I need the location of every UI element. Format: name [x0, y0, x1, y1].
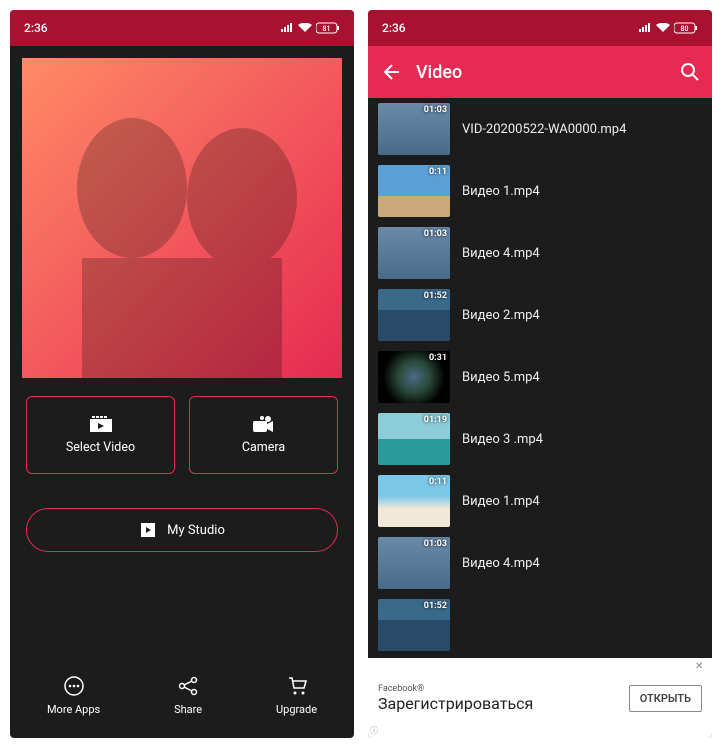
video-thumbnail: 0:31	[378, 351, 450, 403]
ad-source: Facebook®	[378, 684, 629, 694]
cart-icon	[286, 675, 308, 697]
svg-text:80: 80	[681, 25, 689, 33]
my-studio-button[interactable]: My Studio	[26, 508, 338, 552]
video-filename: VID-20200522-WA0000.mp4	[462, 122, 626, 137]
video-filename: Видео 4.mp4	[462, 556, 540, 571]
select-video-button[interactable]: Select Video	[26, 396, 175, 474]
video-thumbnail: 01:03	[378, 227, 450, 279]
status-time: 2:36	[24, 21, 48, 35]
more-apps-button[interactable]: More Apps	[47, 675, 100, 716]
video-item[interactable]: 01:03 VID-20200522-WA0000.mp4	[368, 98, 712, 160]
share-label: Share	[174, 703, 202, 716]
video-filename: Видео 5.mp4	[462, 370, 540, 385]
video-thumbnail: 01:52	[378, 599, 450, 651]
video-thumbnail: 01:19	[378, 413, 450, 465]
video-duration: 0:31	[429, 353, 447, 363]
video-filename: Видео 4.mp4	[462, 246, 540, 261]
video-item[interactable]: 01:03 Видео 4.mp4	[368, 532, 712, 594]
wifi-icon	[298, 23, 312, 33]
status-icons: 81	[280, 22, 340, 34]
video-filename: Видео 1.mp4	[462, 494, 540, 509]
hero-silhouette	[22, 58, 342, 378]
more-apps-label: More Apps	[47, 703, 100, 716]
video-list[interactable]: 01:03 VID-20200522-WA0000.mp4 0:11 Видео 1.…	[368, 98, 712, 738]
video-thumbnail: 0:11	[378, 165, 450, 217]
bottom-nav: More Apps Share Upgrade	[10, 657, 354, 738]
video-duration: 0:11	[429, 477, 447, 487]
hero-image	[22, 58, 342, 378]
video-item[interactable]: 01:52 Видео 2.mp4	[368, 284, 712, 346]
ad-banner: Facebook® Зарегистрироваться ОТКРЫТЬ ⓘ ✕	[368, 658, 712, 738]
video-item[interactable]: 01:03 Видео 4.mp4	[368, 222, 712, 284]
video-filename: Видео 2.mp4	[462, 308, 540, 323]
main-buttons-row: Select Video Camera	[10, 378, 354, 484]
video-thumbnail: 01:52	[378, 289, 450, 341]
search-icon[interactable]	[680, 62, 700, 82]
share-button[interactable]: Share	[174, 675, 202, 716]
camera-icon	[253, 416, 275, 432]
camera-label: Camera	[242, 440, 285, 455]
status-time: 2:36	[382, 21, 406, 35]
my-studio-label: My Studio	[167, 523, 225, 538]
ad-text[interactable]: Зарегистрироваться	[378, 694, 629, 713]
video-duration: 01:52	[424, 291, 447, 301]
signal-icon	[638, 23, 652, 33]
status-bar: 2:36 81	[10, 10, 354, 46]
svg-text:81: 81	[323, 25, 331, 33]
video-strip-icon	[90, 416, 112, 432]
status-bar: 2:36 80	[368, 10, 712, 46]
app-bar: Video	[368, 46, 712, 98]
video-duration: 0:11	[429, 167, 447, 177]
share-icon	[177, 675, 199, 697]
video-item[interactable]: 0:31 Видео 5.mp4	[368, 346, 712, 408]
camera-button[interactable]: Camera	[189, 396, 338, 474]
video-item[interactable]: 01:19 Видео 3 .mp4	[368, 408, 712, 470]
signal-icon	[280, 23, 294, 33]
video-thumbnail: 0:11	[378, 475, 450, 527]
video-filename: Видео 3 .mp4	[462, 432, 543, 447]
phone-right: 2:36 80 Video 01:03 VID-20200522-WA0000.m…	[368, 10, 712, 738]
video-item[interactable]: 01:52	[368, 594, 712, 656]
video-duration: 01:19	[424, 415, 447, 425]
video-duration: 01:52	[424, 601, 447, 611]
appbar-title: Video	[416, 62, 462, 83]
video-duration: 01:03	[424, 105, 447, 115]
video-item[interactable]: 0:11 Видео 1.mp4	[368, 470, 712, 532]
film-icon	[139, 523, 157, 537]
status-icons: 80	[638, 22, 698, 34]
ad-open-button[interactable]: ОТКРЫТЬ	[629, 685, 702, 712]
battery-icon: 80	[674, 22, 698, 34]
ad-close-icon[interactable]: ✕	[695, 661, 709, 675]
ad-info-icon[interactable]: ⓘ	[370, 725, 378, 736]
video-duration: 01:03	[424, 229, 447, 239]
video-thumbnail: 01:03	[378, 103, 450, 155]
video-item[interactable]: 0:11 Видео 1.mp4	[368, 160, 712, 222]
wifi-icon	[656, 23, 670, 33]
phone-left: 2:36 81 Select Video Camera	[10, 10, 354, 738]
video-filename: Видео 1.mp4	[462, 184, 540, 199]
select-video-label: Select Video	[66, 440, 135, 455]
more-icon	[63, 675, 85, 697]
video-duration: 01:03	[424, 539, 447, 549]
video-thumbnail: 01:03	[378, 537, 450, 589]
back-icon[interactable]	[380, 62, 400, 82]
upgrade-button[interactable]: Upgrade	[276, 675, 317, 716]
battery-icon: 81	[316, 22, 340, 34]
upgrade-label: Upgrade	[276, 703, 317, 716]
